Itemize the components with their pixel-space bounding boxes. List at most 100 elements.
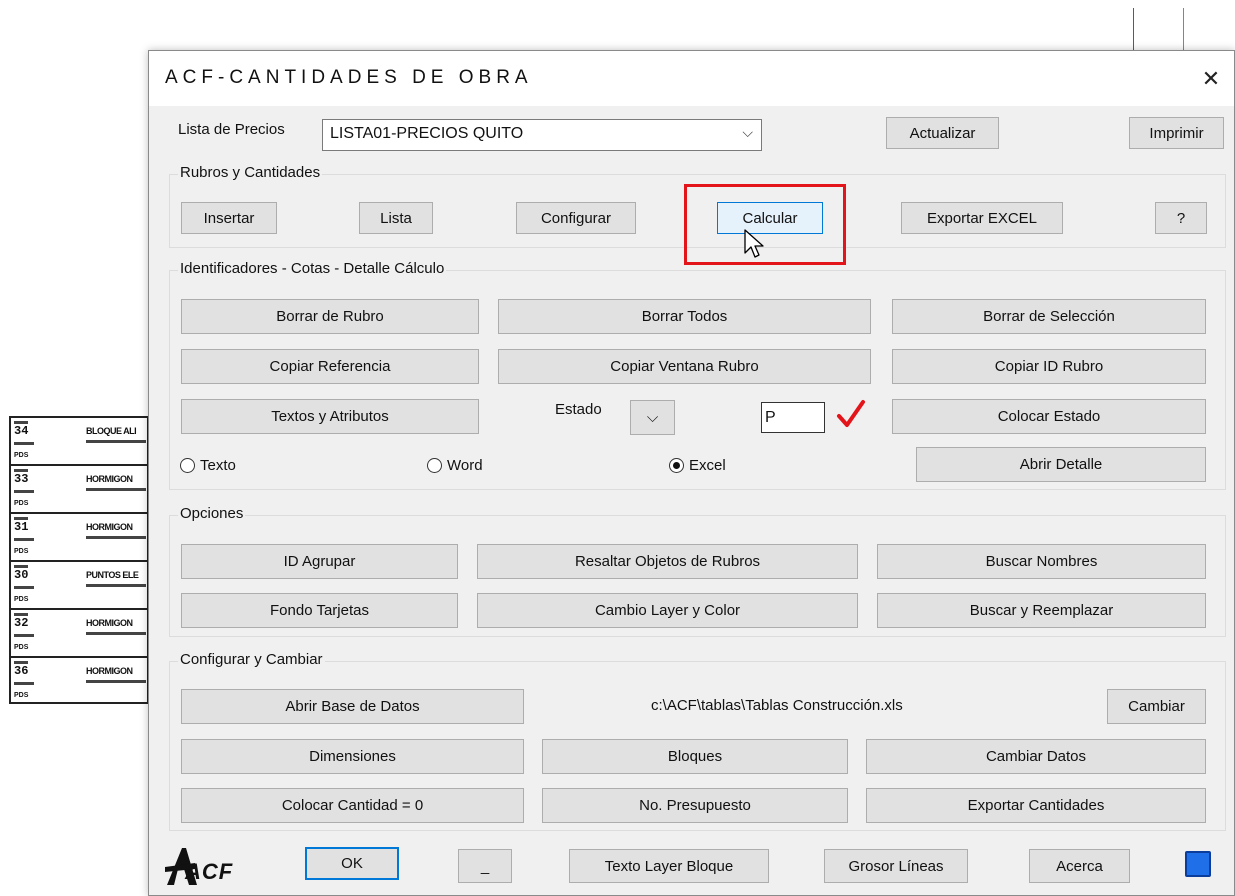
cad-row: 34 BLOQUE ALI PDS <box>9 416 149 464</box>
help-button[interactable]: ? <box>1155 202 1207 234</box>
cad-row-small: PDS <box>14 548 29 555</box>
buscar-reemplazar-button[interactable]: Buscar y Reemplazar <box>877 593 1206 628</box>
abrir-base-datos-button[interactable]: Abrir Base de Datos <box>181 689 524 724</box>
lista-precios-label: Lista de Precios <box>178 121 285 138</box>
dimensiones-button[interactable]: Dimensiones <box>181 739 524 774</box>
acerca-button[interactable]: Acerca <box>1029 849 1130 883</box>
cad-row-text: HORMIGON <box>86 618 133 628</box>
rubros-group-title: Rubros y Cantidades <box>178 164 323 181</box>
copiar-referencia-button[interactable]: Copiar Referencia <box>181 349 479 384</box>
estado-label: Estado <box>555 401 602 418</box>
exportar-cantidades-button[interactable]: Exportar Cantidades <box>866 788 1206 823</box>
radio-texto[interactable]: Texto <box>180 457 236 474</box>
buscar-nombres-button[interactable]: Buscar Nombres <box>877 544 1206 579</box>
estado-dropdown[interactable]: ⌵ <box>630 400 675 435</box>
copiar-id-rubro-button[interactable]: Copiar ID Rubro <box>892 349 1206 384</box>
minimize-button[interactable]: _ <box>458 849 512 883</box>
cad-row-text: HORMIGON <box>86 474 133 484</box>
cad-bar <box>86 488 146 491</box>
close-icon: ✕ <box>1201 65 1221 91</box>
bloques-button[interactable]: Bloques <box>542 739 848 774</box>
close-button[interactable]: ✕ <box>1188 51 1234 106</box>
cambio-layer-color-button[interactable]: Cambio Layer y Color <box>477 593 858 628</box>
cad-row-text: HORMIGON <box>86 666 133 676</box>
cad-row-text: HORMIGON <box>86 522 133 532</box>
cad-row-small: PDS <box>14 596 29 603</box>
borrar-seleccion-button[interactable]: Borrar de Selección <box>892 299 1206 334</box>
acf-logo-text: ACF <box>185 859 234 884</box>
mouse-cursor-icon <box>744 229 764 258</box>
cambiar-datos-button[interactable]: Cambiar Datos <box>866 739 1206 774</box>
radio-word[interactable]: Word <box>427 457 483 474</box>
title-bar: ACF-CANTIDADES DE OBRA ✕ <box>149 51 1234 106</box>
cad-bar <box>14 538 34 541</box>
cad-row-number: 30 <box>14 568 29 582</box>
id-agrupar-button[interactable]: ID Agrupar <box>181 544 458 579</box>
cad-bar <box>14 490 34 493</box>
abrir-detalle-button[interactable]: Abrir Detalle <box>916 447 1206 482</box>
cad-row: 32 HORMIGON PDS <box>9 608 149 656</box>
cad-row-small: PDS <box>14 692 29 699</box>
dialog-title: ACF-CANTIDADES DE OBRA <box>165 67 533 88</box>
cad-row-small: PDS <box>14 500 29 507</box>
radio-circle-icon <box>180 458 195 473</box>
chevron-down-icon: ⌵ <box>646 409 659 426</box>
no-presupuesto-button[interactable]: No. Presupuesto <box>542 788 848 823</box>
cambiar-button[interactable]: Cambiar <box>1107 689 1206 724</box>
radio-texto-label: Texto <box>200 457 236 474</box>
cad-row-text: BLOQUE ALI <box>86 426 137 436</box>
ok-button[interactable]: OK <box>305 847 399 880</box>
cad-bar <box>14 682 34 685</box>
radio-circle-icon <box>427 458 442 473</box>
cad-row-number: 33 <box>14 472 29 486</box>
cad-bar <box>86 536 146 539</box>
opciones-group-title: Opciones <box>178 505 246 522</box>
cad-row-text: PUNTOS ELE <box>86 570 139 580</box>
cad-bar <box>86 632 146 635</box>
acf-dialog: ACF-CANTIDADES DE OBRA ✕ Lista de Precio… <box>148 50 1235 896</box>
cad-row-small: PDS <box>14 452 29 459</box>
radio-excel[interactable]: Excel <box>669 457 726 474</box>
cad-bar <box>86 584 146 587</box>
radio-word-label: Word <box>447 457 483 474</box>
colocar-estado-button[interactable]: Colocar Estado <box>892 399 1206 434</box>
acf-logo: ACF <box>165 845 245 889</box>
identificadores-group-title: Identificadores - Cotas - Detalle Cálcul… <box>178 260 447 277</box>
resaltar-objetos-button[interactable]: Resaltar Objetos de Rubros <box>477 544 858 579</box>
cad-bar <box>14 442 34 445</box>
texto-layer-bloque-button[interactable]: Texto Layer Bloque <box>569 849 769 883</box>
cad-row-number: 36 <box>14 664 29 678</box>
grosor-lineas-button[interactable]: Grosor Líneas <box>824 849 968 883</box>
cad-row: 36 HORMIGON PDS <box>9 656 149 704</box>
configurar-button[interactable]: Configurar <box>516 202 636 234</box>
lista-precios-combo[interactable]: LISTA01-PRECIOS QUITO ⌵ <box>322 119 762 151</box>
cad-bar <box>14 586 34 589</box>
lista-button[interactable]: Lista <box>359 202 433 234</box>
cad-bar <box>86 680 146 683</box>
cad-row-number: 32 <box>14 616 29 630</box>
cad-row-number: 34 <box>14 424 29 438</box>
configurar-group-title: Configurar y Cambiar <box>178 651 325 668</box>
textos-atributos-button[interactable]: Textos y Atributos <box>181 399 479 434</box>
cad-table-strip: 34 BLOQUE ALI PDS 33 HORMIGON PDS 31 HOR… <box>9 416 149 716</box>
estado-input[interactable]: P <box>761 402 825 433</box>
borrar-todos-button[interactable]: Borrar Todos <box>498 299 871 334</box>
colocar-cantidad-button[interactable]: Colocar Cantidad = 0 <box>181 788 524 823</box>
checkmark-icon <box>837 400 865 427</box>
cad-bar <box>14 634 34 637</box>
radio-excel-label: Excel <box>689 457 726 474</box>
exportar-excel-button[interactable]: Exportar EXCEL <box>901 202 1063 234</box>
cad-row: 30 PUNTOS ELE PDS <box>9 560 149 608</box>
actualizar-button[interactable]: Actualizar <box>886 117 999 149</box>
cad-row-number: 31 <box>14 520 29 534</box>
fondo-tarjetas-button[interactable]: Fondo Tarjetas <box>181 593 458 628</box>
insertar-button[interactable]: Insertar <box>181 202 277 234</box>
imprimir-button[interactable]: Imprimir <box>1129 117 1224 149</box>
borrar-rubro-button[interactable]: Borrar de Rubro <box>181 299 479 334</box>
cad-row-small: PDS <box>14 644 29 651</box>
copiar-ventana-rubro-button[interactable]: Copiar Ventana Rubro <box>498 349 871 384</box>
color-swatch-button[interactable] <box>1185 851 1211 877</box>
cad-line-magenta <box>1183 8 1184 50</box>
database-path: c:\ACF\tablas\Tablas Construcción.xls <box>651 697 903 714</box>
lista-precios-value: LISTA01-PRECIOS QUITO <box>330 125 524 142</box>
